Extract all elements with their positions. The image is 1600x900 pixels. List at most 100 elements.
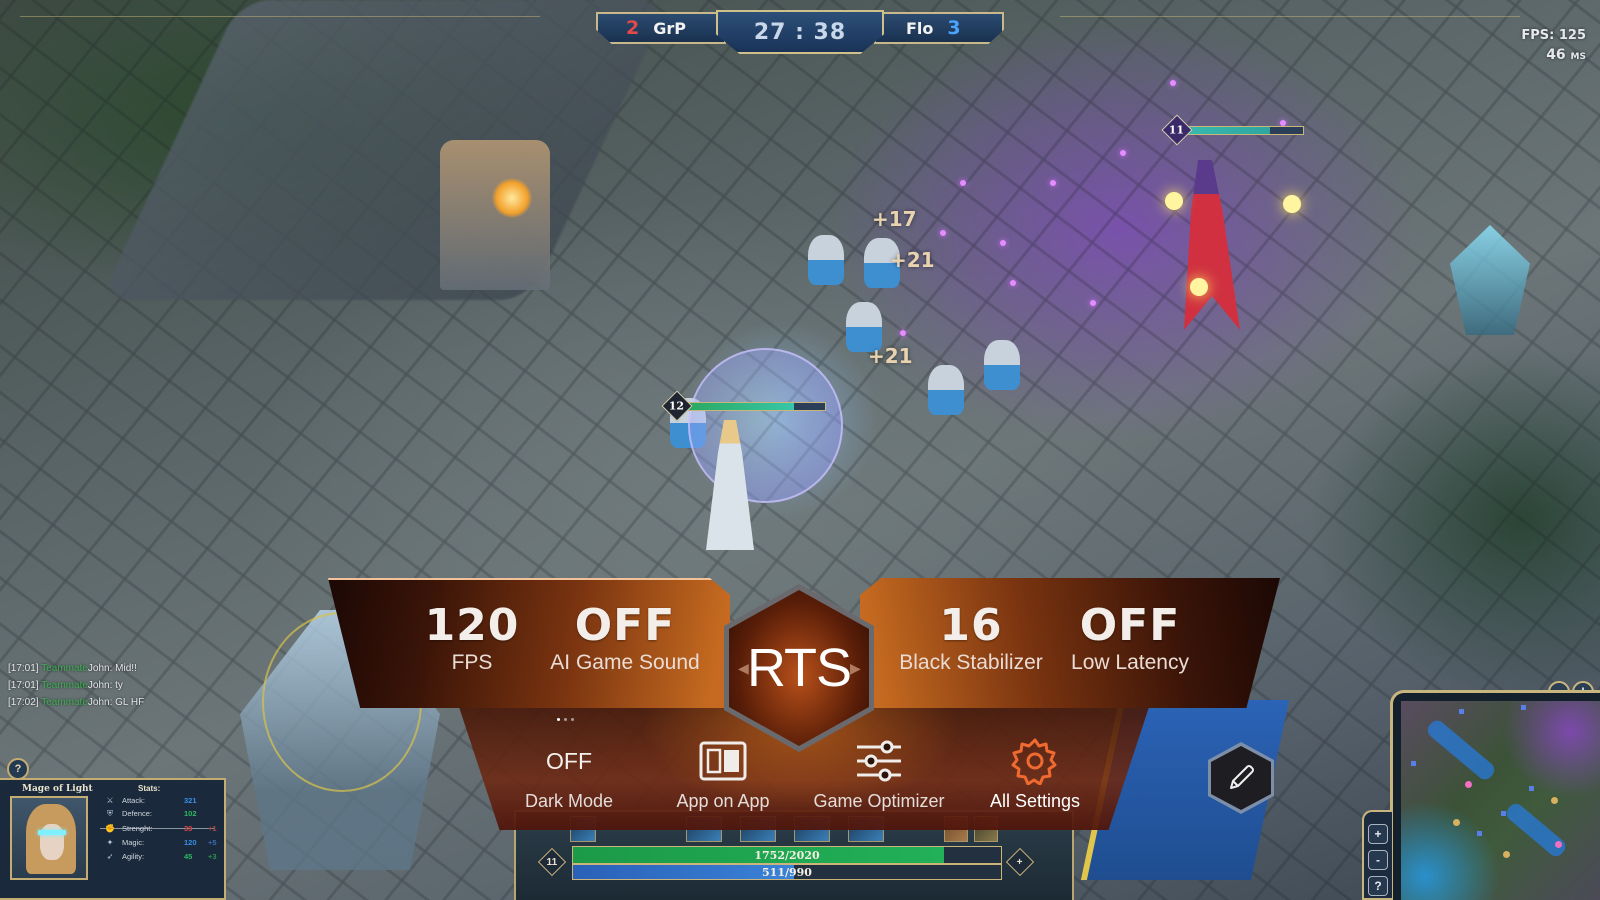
- damage-number: +21: [868, 344, 913, 368]
- sword-icon: ⚔: [106, 796, 114, 805]
- chat-name: John:: [87, 680, 113, 691]
- all-settings-button[interactable]: All Settings: [960, 738, 1110, 812]
- hud-top-line-left: [20, 16, 540, 17]
- stat-bonus: +3: [208, 852, 217, 861]
- stat-value: 102: [184, 809, 197, 818]
- magic-particle: [1050, 180, 1056, 186]
- chat-text: Mid!!: [115, 663, 137, 674]
- left-team-score: 2 GrP: [596, 12, 726, 44]
- all-settings-label: All Settings: [989, 791, 1081, 811]
- left-team-kills: 2: [626, 17, 640, 39]
- stat-label: Attack:: [122, 796, 145, 805]
- minimap-ward: [1501, 811, 1506, 816]
- app-on-app-button[interactable]: App on App: [648, 738, 798, 812]
- minion[interactable]: [984, 340, 1020, 390]
- minion[interactable]: [928, 365, 964, 415]
- minimap-ward: [1521, 705, 1526, 710]
- sliders-icon: [804, 738, 954, 784]
- champion-help-button[interactable]: ?: [7, 758, 29, 780]
- dark-mode-label: Dark Mode: [524, 791, 614, 811]
- stat-label: Defence:: [122, 809, 153, 818]
- right-team-name: Flo: [906, 18, 934, 38]
- chat-sender: Teammate: [41, 697, 88, 708]
- low-latency-stat[interactable]: OFF Low Latency: [1050, 602, 1210, 676]
- stat-label: Agility:: [122, 852, 145, 861]
- minimap-objective: [1453, 819, 1460, 826]
- stat-value: 321: [184, 796, 197, 805]
- fps-counter: FPS: 125: [1521, 28, 1586, 43]
- minimap-zoom-out-button[interactable]: -: [1368, 850, 1388, 870]
- stat-value: 120: [184, 838, 197, 847]
- genre-mode-label: RTS: [746, 638, 852, 698]
- light-orb: [1283, 195, 1301, 213]
- magic-particle: [940, 230, 946, 236]
- page-dot[interactable]: [557, 718, 560, 721]
- page-dot[interactable]: [564, 718, 567, 721]
- chat-sender: Teammate: [41, 663, 88, 674]
- black-stabilizer-stat[interactable]: 16 Black Stabilizer: [876, 602, 1066, 676]
- magic-particle: [900, 330, 906, 336]
- minimap-help-button[interactable]: ?: [1368, 876, 1388, 896]
- enemy-health-bar: 11: [1161, 114, 1304, 146]
- torch-flame: [492, 178, 532, 218]
- fps-value: 120: [424, 600, 520, 651]
- champion-portrait[interactable]: [10, 796, 88, 880]
- health-text: 1752/2020: [754, 848, 820, 862]
- scoreboard: 2 GrP Flo 3 27 : 38: [596, 10, 1004, 54]
- game-optimizer-button[interactable]: Game Optimizer: [804, 738, 954, 812]
- torch-pillar: [440, 140, 550, 290]
- damage-number: +17: [872, 207, 917, 231]
- fps-label: FPS: [451, 651, 493, 674]
- chat-time: [17:01]: [8, 680, 39, 691]
- magic-particle: [1000, 240, 1006, 246]
- match-timer: 27 : 38: [716, 10, 884, 54]
- shield-bubble: [688, 348, 843, 503]
- magic-particle: [1090, 300, 1096, 306]
- minimap-objective: [1503, 851, 1510, 858]
- stat-label: Strenght:: [122, 824, 153, 833]
- black-stabilizer-label: Black Stabilizer: [899, 651, 1043, 674]
- ai-game-sound-stat[interactable]: OFF AI Game Sound: [530, 602, 720, 676]
- light-orb: [1190, 278, 1208, 296]
- agility-icon: ➶: [106, 852, 114, 861]
- stat-bonus: +1: [208, 824, 217, 833]
- minimap-frame: [1390, 690, 1600, 900]
- enemy-health-track: [1184, 125, 1304, 135]
- magic-particle: [960, 180, 966, 186]
- health-bar: 1752/2020: [572, 846, 1002, 864]
- ai-game-sound-label: AI Game Sound: [550, 651, 700, 674]
- low-latency-label: Low Latency: [1071, 651, 1189, 674]
- stat-row-magic: ✦ Magic: 120 +5: [104, 836, 217, 849]
- player-health-fill: [685, 402, 795, 410]
- minimap-enemy-marker: [1555, 841, 1562, 848]
- minion[interactable]: [808, 235, 844, 285]
- chevron-right-icon[interactable]: ▶: [850, 660, 861, 677]
- player-health-track: [684, 401, 826, 411]
- player-health-bar: 12: [661, 390, 826, 422]
- stat-value: 45: [184, 852, 193, 861]
- chat-text: GL HF: [115, 697, 145, 708]
- minimap-river: [1503, 800, 1569, 860]
- page-dot[interactable]: [571, 718, 574, 721]
- minimap-controls: + - ?: [1362, 810, 1392, 900]
- chat-message: [17:02] TeammateJohn: GL HF: [8, 694, 144, 711]
- gear-icon: [960, 738, 1110, 785]
- minimap[interactable]: [1401, 701, 1600, 900]
- stats-title: Stats:: [138, 784, 161, 793]
- magic-particle: [1010, 280, 1016, 286]
- dark-mode-toggle[interactable]: OFF Dark Mode: [494, 738, 644, 812]
- light-orb: [1165, 192, 1183, 210]
- enemy-health-fill: [1185, 126, 1270, 134]
- minimap-enemy-marker: [1465, 781, 1472, 788]
- stat-bonus: +5: [208, 838, 217, 847]
- minimap-ward: [1477, 831, 1482, 836]
- stat-label: Magic:: [122, 838, 145, 847]
- stat-row-attack: ⚔ Attack: 321: [104, 794, 208, 807]
- minimap-ward: [1459, 709, 1464, 714]
- level-up-button[interactable]: +: [1005, 847, 1035, 877]
- left-team-name: GrP: [653, 18, 686, 38]
- chevron-left-icon[interactable]: ◀: [738, 660, 749, 677]
- fps-stat[interactable]: 120 FPS: [402, 602, 542, 676]
- page-indicator: [557, 718, 574, 721]
- minimap-zoom-in-button[interactable]: +: [1368, 824, 1388, 844]
